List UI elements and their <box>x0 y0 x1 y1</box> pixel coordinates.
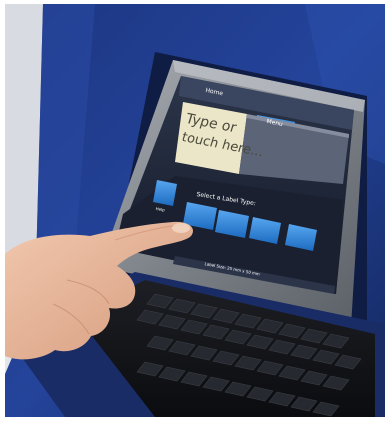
label-editor[interactable] <box>175 102 247 174</box>
printer-photo: Home Menu Type or touch here... Select a… <box>5 4 385 417</box>
photo-scene <box>5 4 385 417</box>
help-button[interactable] <box>153 180 177 206</box>
